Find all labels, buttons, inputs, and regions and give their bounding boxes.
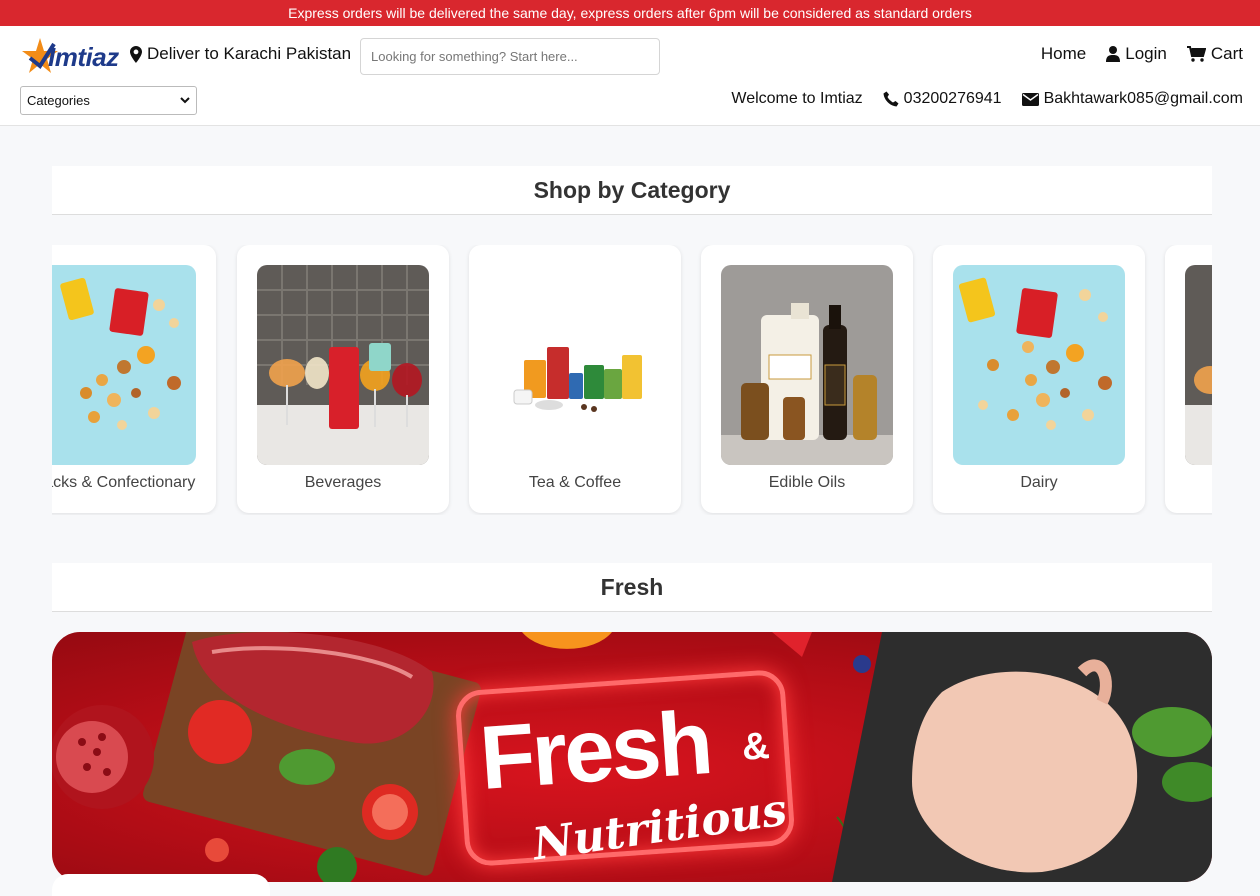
nav-home-label: Home xyxy=(1040,44,1087,63)
nav-cart-label: Cart xyxy=(1210,44,1243,63)
contact-bar: Welcome to Imtiaz 03200276941 Bakhtawark… xyxy=(731,90,1243,108)
banner-ampersand: & xyxy=(740,725,771,769)
deliver-label: Deliver to Karachi Pakistan xyxy=(147,44,352,63)
welcome-message: Welcome to Imtiaz xyxy=(731,90,862,108)
banner-headline: Fresh xyxy=(476,693,714,809)
phone-contact[interactable]: 03200276941 xyxy=(883,90,1002,108)
category-image-edible-oils xyxy=(721,265,893,465)
category-image-dairy xyxy=(953,265,1125,465)
nav-cart[interactable]: Cart xyxy=(1186,44,1243,64)
category-image-partial xyxy=(1185,265,1212,465)
category-card-partial[interactable] xyxy=(1165,245,1212,513)
chevron-down-icon xyxy=(180,97,190,104)
bottom-chip xyxy=(52,874,270,896)
email-address: Bakhtawark085@gmail.com xyxy=(1043,90,1243,107)
logo-text: Imtiaz xyxy=(48,42,119,72)
nav-home[interactable]: Home xyxy=(1041,44,1086,64)
category-card-edible-oils[interactable]: Edible Oils xyxy=(701,245,913,513)
category-card-snacks[interactable]: Snacks & Confectionary xyxy=(52,245,216,513)
cart-icon xyxy=(1186,46,1206,62)
phone-number: 03200276941 xyxy=(903,90,1002,107)
welcome-text: Welcome to Imtiaz xyxy=(731,90,863,107)
search-input[interactable] xyxy=(360,38,660,75)
section-title-shop-by-category: Shop by Category xyxy=(52,166,1212,215)
announcement-bar: Express orders will be delivered the sam… xyxy=(0,0,1260,26)
site-header: Imtiaz Deliver to Karachi Pakistan Home … xyxy=(0,26,1260,126)
deliver-location[interactable]: Deliver to Karachi Pakistan xyxy=(130,44,351,64)
nav-login[interactable]: Login xyxy=(1106,44,1167,64)
section-title-text: Shop by Category xyxy=(533,176,731,203)
logo[interactable]: Imtiaz xyxy=(20,36,122,76)
user-icon xyxy=(1106,46,1121,62)
category-image-beverages xyxy=(257,265,429,465)
phone-icon xyxy=(883,91,899,107)
category-label: Tea & Coffee xyxy=(528,474,622,491)
fresh-banner[interactable]: Fresh & Nutritious xyxy=(52,632,1212,882)
nav-login-label: Login xyxy=(1125,44,1167,63)
category-image-tea-coffee xyxy=(489,265,661,465)
category-card-dairy[interactable]: Dairy xyxy=(933,245,1145,513)
categories-select-value: Categories xyxy=(27,93,90,108)
announcement-text: Express orders will be delivered the sam… xyxy=(288,5,972,21)
map-pin-icon xyxy=(130,45,142,63)
categories-select[interactable]: Categories xyxy=(20,86,197,115)
category-card-beverages[interactable]: Beverages xyxy=(237,245,449,513)
envelope-icon xyxy=(1021,92,1039,106)
section-title-text: Fresh xyxy=(600,573,664,600)
category-card-tea-coffee[interactable]: Tea & Coffee xyxy=(469,245,681,513)
main-nav: Home Login Cart xyxy=(1041,44,1243,64)
category-label: Beverages xyxy=(304,474,382,491)
email-contact[interactable]: Bakhtawark085@gmail.com xyxy=(1021,90,1243,108)
section-title-fresh: Fresh xyxy=(52,563,1212,612)
category-carousel[interactable]: Snacks & Confectionary xyxy=(52,245,1212,515)
category-label: Snacks & Confectionary xyxy=(52,474,196,491)
category-label: Edible Oils xyxy=(768,474,846,491)
category-label: Dairy xyxy=(1020,474,1058,491)
category-image-snacks xyxy=(52,265,196,465)
